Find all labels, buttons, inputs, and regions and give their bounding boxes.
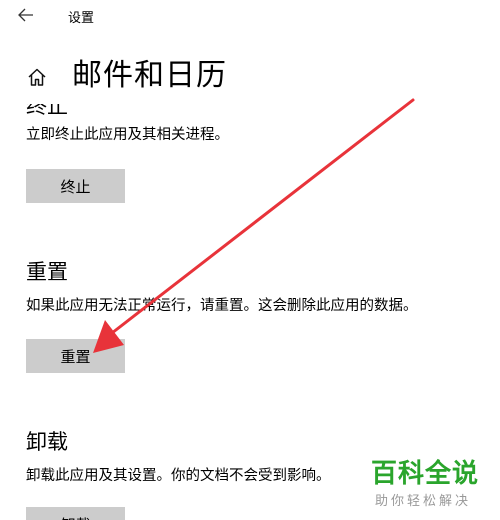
terminate-heading: 终止 xyxy=(26,104,68,118)
terminate-description: 立即终止此应用及其相关进程。 xyxy=(26,127,229,143)
uninstall-button[interactable]: 卸载 xyxy=(26,507,125,520)
uninstall-heading: 卸载 xyxy=(26,430,68,454)
reset-button[interactable]: 重置 xyxy=(26,339,125,373)
watermark: 百科全说 助你轻松解决 xyxy=(371,458,486,514)
page-header: 邮件和日历 xyxy=(0,52,500,102)
uninstall-description: 卸载此应用及其设置。你的文档不会受到影响。 xyxy=(26,468,331,484)
window-title: 设置 xyxy=(68,11,95,26)
back-button[interactable] xyxy=(14,3,38,27)
reset-heading: 重置 xyxy=(26,260,68,284)
arrow-left-icon xyxy=(18,8,33,22)
watermark-logo: 百科全说 xyxy=(371,459,480,489)
terminate-button[interactable]: 终止 xyxy=(26,169,125,203)
home-icon[interactable] xyxy=(26,66,48,88)
page-title: 邮件和日历 xyxy=(72,58,227,93)
watermark-tagline: 助你轻松解决 xyxy=(375,494,472,509)
title-bar: 设置 xyxy=(0,0,500,30)
reset-description: 如果此应用无法正常运行，请重置。这会删除此应用的数据。 xyxy=(26,298,418,314)
